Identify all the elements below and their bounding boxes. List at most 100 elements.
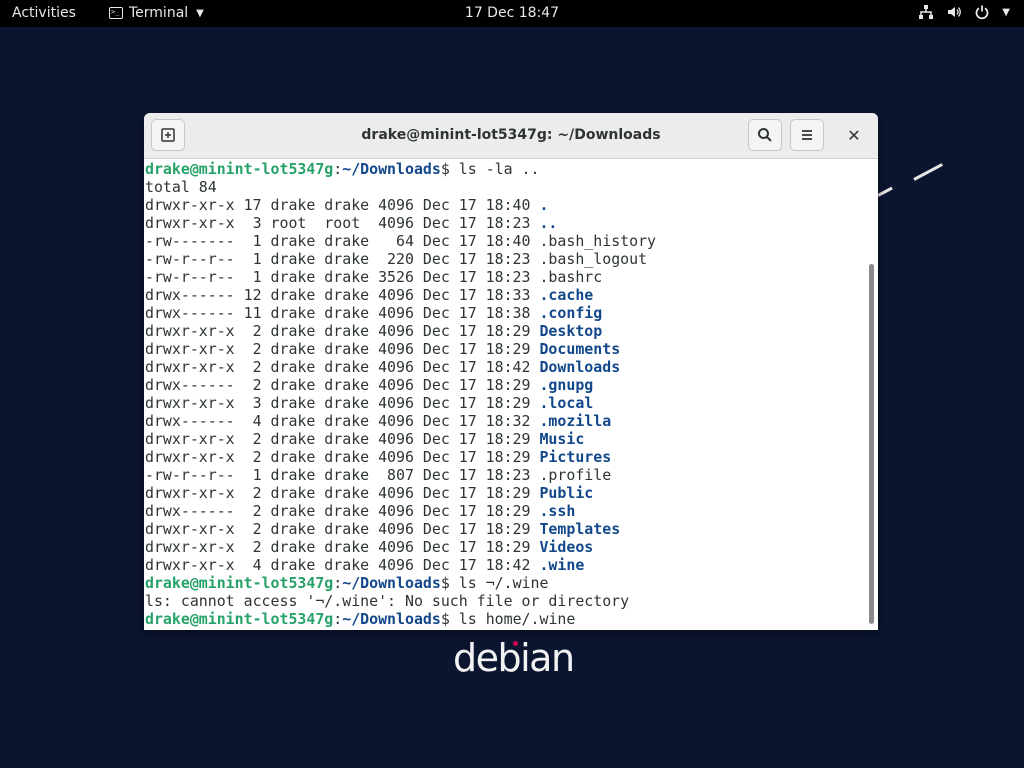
output-line: ls: cannot access '¬/.wine': No such fil…: [145, 592, 865, 610]
prompt-user: drake@minint-lot5347g: [145, 160, 334, 178]
chevron-down-icon: ▼: [196, 7, 204, 19]
file-name: .profile: [539, 466, 612, 484]
directory-name: Downloads: [539, 358, 621, 376]
output-text: ls: cannot access '¬/.wine': No such fil…: [145, 592, 630, 610]
list-item: drwxr-xr-x 3 root root 4096 Dec 17 18:23…: [145, 214, 865, 232]
directory-name: .local: [539, 394, 594, 412]
app-menu-label: Terminal: [129, 5, 189, 21]
entry-meta: drwx------ 2 drake drake 4096 Dec 17 18:…: [145, 502, 540, 520]
entry-meta: -rw-r--r-- 1 drake drake 220 Dec 17 18:2…: [145, 250, 540, 268]
wallpaper-line: [913, 163, 943, 181]
list-item: drwx------ 12 drake drake 4096 Dec 17 18…: [145, 286, 865, 304]
prompt-user: drake@minint-lot5347g: [145, 574, 334, 592]
output-line: total 84: [145, 178, 865, 196]
entry-meta: drwxr-xr-x 4 drake drake 4096 Dec 17 18:…: [145, 556, 540, 574]
entry-meta: drwxr-xr-x 2 drake drake 4096 Dec 17 18:…: [145, 340, 540, 358]
list-item: -rw-r--r-- 1 drake drake 3526 Dec 17 18:…: [145, 268, 865, 286]
list-item: drwxr-xr-x 2 drake drake 4096 Dec 17 18:…: [145, 520, 865, 538]
directory-name: Desktop: [539, 322, 603, 340]
terminal-window[interactable]: drake@minint-lot5347g: ~/Downloads ✕ dra…: [144, 113, 878, 630]
entry-meta: -rw------- 1 drake drake 64 Dec 17 18:40: [145, 232, 540, 250]
list-item: drwxr-xr-x 2 drake drake 4096 Dec 17 18:…: [145, 358, 865, 376]
close-button[interactable]: ✕: [844, 125, 864, 145]
command-text: ls -la ..: [458, 160, 540, 178]
top-bar: Activities >_ Terminal ▼ 17 Dec 18:47 ▼: [0, 0, 1024, 27]
volume-icon[interactable]: [946, 4, 962, 20]
entry-meta: drwxr-xr-x 2 drake drake 4096 Dec 17 18:…: [145, 358, 540, 376]
system-tray[interactable]: ▼: [918, 4, 1010, 20]
hamburger-icon: [802, 130, 812, 140]
prompt-line: drake@minint-lot5347g:~/Downloads$ ls ho…: [145, 610, 576, 628]
entry-meta: drwxr-xr-x 2 drake drake 4096 Dec 17 18:…: [145, 484, 540, 502]
search-icon: [758, 128, 772, 142]
list-item: drwx------ 2 drake drake 4096 Dec 17 18:…: [145, 376, 865, 394]
directory-name: .: [539, 196, 549, 214]
list-item: drwx------ 2 drake drake 4096 Dec 17 18:…: [145, 502, 865, 520]
directory-name: .config: [539, 304, 603, 322]
entry-meta: drwxr-xr-x 2 drake drake 4096 Dec 17 18:…: [145, 520, 540, 538]
search-button[interactable]: [748, 119, 782, 151]
power-icon[interactable]: [974, 4, 990, 20]
output-text: total 84: [145, 178, 217, 196]
entry-meta: drwx------ 4 drake drake 4096 Dec 17 18:…: [145, 412, 540, 430]
list-item: -rw------- 1 drake drake 64 Dec 17 18:40…: [145, 232, 865, 250]
directory-name: Videos: [539, 538, 594, 556]
prompt-path: ~/Downloads: [342, 610, 441, 628]
entry-meta: drwxr-xr-x 3 drake drake 4096 Dec 17 18:…: [145, 394, 540, 412]
chevron-down-icon[interactable]: ▼: [1002, 7, 1010, 18]
file-name: .bash_history: [539, 232, 657, 250]
prompt-path: ~/Downloads: [342, 160, 441, 178]
list-item: -rw-r--r-- 1 drake drake 807 Dec 17 18:2…: [145, 466, 865, 484]
terminal-app-icon: >_: [109, 7, 123, 19]
list-item: drwxr-xr-x 2 drake drake 4096 Dec 17 18:…: [145, 538, 865, 556]
command-text: ls ¬/.wine: [458, 574, 549, 592]
list-item: drwxr-xr-x 2 drake drake 4096 Dec 17 18:…: [145, 448, 865, 466]
scrollbar[interactable]: [866, 160, 876, 630]
scrollbar-thumb[interactable]: [869, 264, 874, 624]
list-item: drwxr-xr-x 2 drake drake 4096 Dec 17 18:…: [145, 340, 865, 358]
window-titlebar[interactable]: drake@minint-lot5347g: ~/Downloads ✕: [144, 113, 878, 159]
activities-button[interactable]: Activities: [12, 5, 76, 21]
directory-name: ..: [539, 214, 558, 232]
command-text: ls home/.wine: [458, 610, 576, 628]
list-item: drwxr-xr-x 17 drake drake 4096 Dec 17 18…: [145, 196, 865, 214]
entry-meta: -rw-r--r-- 1 drake drake 3526 Dec 17 18:…: [145, 268, 540, 286]
directory-name: Templates: [539, 520, 621, 538]
entry-meta: drwxr-xr-x 2 drake drake 4096 Dec 17 18:…: [145, 448, 540, 466]
list-item: drwxr-xr-x 3 drake drake 4096 Dec 17 18:…: [145, 394, 865, 412]
directory-name: .cache: [539, 286, 594, 304]
directory-name: .wine: [539, 556, 585, 574]
prompt-line: drake@minint-lot5347g:~/Downloads$ ls ¬/…: [145, 574, 549, 592]
file-name: .bashrc: [539, 268, 603, 286]
list-item: drwxr-xr-x 4 drake drake 4096 Dec 17 18:…: [145, 556, 865, 574]
entry-meta: drwxr-xr-x 2 drake drake 4096 Dec 17 18:…: [145, 322, 540, 340]
list-item: drwxr-xr-x 2 drake drake 4096 Dec 17 18:…: [145, 430, 865, 448]
directory-name: Music: [539, 430, 585, 448]
list-item: drwx------ 11 drake drake 4096 Dec 17 18…: [145, 304, 865, 322]
directory-name: Public: [539, 484, 594, 502]
app-menu[interactable]: >_ Terminal ▼: [109, 5, 204, 21]
prompt-user: drake@minint-lot5347g: [145, 610, 334, 628]
file-name: .bash_logout: [539, 250, 648, 268]
entry-meta: drwx------ 12 drake drake 4096 Dec 17 18…: [145, 286, 540, 304]
prompt-line: drake@minint-lot5347g:~/Downloads$ ls -l…: [145, 160, 540, 178]
entry-meta: drwx------ 11 drake drake 4096 Dec 17 18…: [145, 304, 540, 322]
directory-name: Documents: [539, 340, 621, 358]
directory-name: .mozilla: [539, 412, 612, 430]
entry-meta: drwxr-xr-x 3 root root 4096 Dec 17 18:23: [145, 214, 540, 232]
list-item: drwxr-xr-x 2 drake drake 4096 Dec 17 18:…: [145, 322, 865, 340]
new-tab-icon: [161, 128, 175, 142]
close-icon: ✕: [847, 125, 861, 145]
list-item: drwx------ 4 drake drake 4096 Dec 17 18:…: [145, 412, 865, 430]
network-icon[interactable]: [918, 4, 934, 20]
directory-name: .gnupg: [539, 376, 594, 394]
entry-meta: drwxr-xr-x 2 drake drake 4096 Dec 17 18:…: [145, 538, 540, 556]
menu-button[interactable]: [790, 119, 824, 151]
directory-name: Pictures: [539, 448, 612, 466]
terminal-output[interactable]: drake@minint-lot5347g:~/Downloads$ ls -l…: [145, 160, 865, 630]
prompt-path: ~/Downloads: [342, 574, 441, 592]
new-tab-button[interactable]: [151, 119, 185, 151]
entry-meta: -rw-r--r-- 1 drake drake 807 Dec 17 18:2…: [145, 466, 540, 484]
wallpaper-line: [877, 186, 893, 197]
entry-meta: drwx------ 2 drake drake 4096 Dec 17 18:…: [145, 376, 540, 394]
